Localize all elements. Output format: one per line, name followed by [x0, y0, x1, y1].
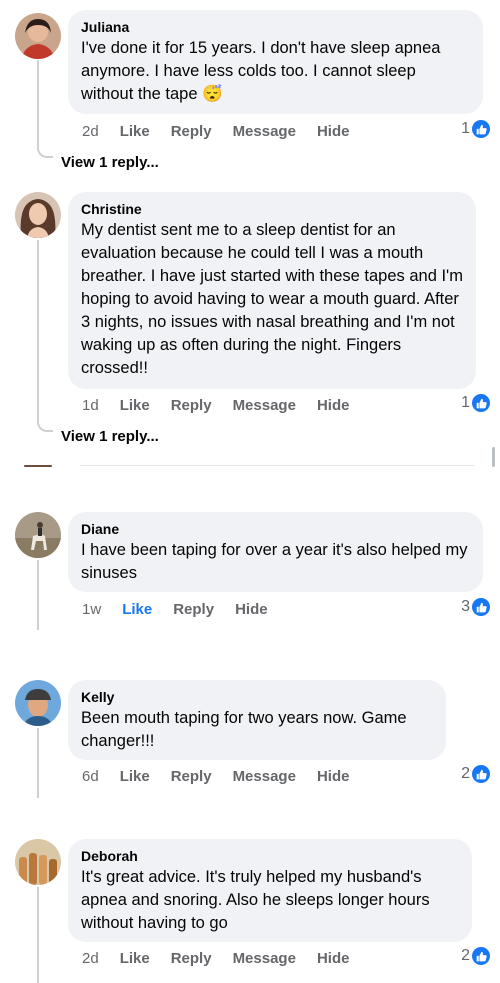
comment-body: I've done it for 15 years. I don't have … [81, 39, 441, 103]
view-replies-link[interactable]: View 1 reply... [61, 154, 159, 171]
like-button[interactable]: Like [120, 950, 150, 967]
sleeping-face-emoji: 😴 [202, 85, 223, 103]
avatar[interactable] [15, 512, 61, 558]
like-button[interactable]: Like [120, 768, 150, 785]
avatar[interactable] [15, 680, 61, 726]
hide-button[interactable]: Hide [235, 601, 268, 618]
message-button[interactable]: Message [233, 768, 296, 785]
comment-actions: 2d Like Reply Message Hide [82, 948, 370, 968]
comment-bubble: Juliana I've done it for 15 years. I don… [68, 10, 483, 114]
comment-author[interactable]: Diane [81, 520, 470, 538]
message-button[interactable]: Message [233, 397, 296, 414]
reaction-number: 2 [461, 947, 470, 964]
thumbs-up-icon [472, 765, 490, 783]
avatar[interactable] [15, 192, 61, 238]
avatar[interactable] [15, 13, 61, 59]
comment-text: It's great advice. It's truly helped my … [81, 868, 430, 932]
comment-actions: 1w Like Reply Hide [82, 599, 289, 619]
comment-author[interactable]: Deborah [81, 847, 459, 865]
thread-line [37, 728, 39, 798]
reply-button[interactable]: Reply [171, 768, 212, 785]
hide-button[interactable]: Hide [317, 123, 350, 140]
hide-button[interactable]: Hide [317, 397, 350, 414]
like-button[interactable]: Like [122, 601, 152, 618]
comment-bubble: Diane I have been taping for over a year… [68, 512, 483, 592]
view-replies-link[interactable]: View 1 reply... [61, 428, 159, 445]
like-button[interactable]: Like [120, 123, 150, 140]
comment-text: I have been taping for over a year it's … [81, 541, 468, 582]
reaction-number: 2 [461, 765, 470, 782]
comment-bubble: Kelly Been mouth taping for two years no… [68, 680, 446, 760]
reply-button[interactable]: Reply [173, 601, 214, 618]
reply-button[interactable]: Reply [171, 123, 212, 140]
thumbs-up-icon [472, 947, 490, 965]
reaction-number: 3 [461, 598, 470, 615]
hide-button[interactable]: Hide [317, 950, 350, 967]
avatar[interactable] [15, 839, 61, 885]
timestamp[interactable]: 2d [82, 123, 99, 140]
timestamp[interactable]: 1w [82, 601, 101, 618]
reaction-number: 1 [461, 120, 470, 137]
comment-author[interactable]: Christine [81, 200, 463, 218]
comment-text: Been mouth taping for two years now. Gam… [81, 709, 407, 750]
comment-text: My dentist sent me to a sleep dentist fo… [81, 221, 463, 377]
thumbs-up-icon [472, 598, 490, 616]
timestamp[interactable]: 2d [82, 950, 99, 967]
reaction-count[interactable]: 1 [461, 394, 490, 412]
hide-button[interactable]: Hide [317, 768, 350, 785]
timestamp[interactable]: 1d [82, 397, 99, 414]
thread-line [37, 560, 39, 630]
thumbs-up-icon [472, 120, 490, 138]
reaction-count[interactable]: 1 [461, 120, 490, 138]
reply-button[interactable]: Reply [171, 397, 212, 414]
thread-line [37, 60, 39, 148]
message-button[interactable]: Message [233, 950, 296, 967]
reply-button[interactable]: Reply [171, 950, 212, 967]
comment-actions: 2d Like Reply Message Hide [82, 121, 370, 141]
divider [80, 465, 474, 466]
reaction-count[interactable]: 3 [461, 598, 490, 616]
thread-curve [37, 422, 53, 432]
reaction-number: 1 [461, 394, 470, 411]
thumbs-up-icon [472, 394, 490, 412]
thread-curve [37, 148, 53, 158]
reaction-count[interactable]: 2 [461, 947, 490, 965]
message-button[interactable]: Message [233, 123, 296, 140]
comment-bubble: Deborah It's great advice. It's truly he… [68, 839, 472, 942]
comment-author[interactable]: Juliana [81, 18, 470, 36]
timestamp[interactable]: 6d [82, 768, 99, 785]
scrollbar[interactable] [492, 447, 495, 467]
comment-actions: 6d Like Reply Message Hide [82, 766, 370, 786]
comment-actions: 1d Like Reply Message Hide [82, 395, 370, 415]
comment-text: I've done it for 15 years. I don't have … [81, 37, 470, 106]
reaction-count[interactable]: 2 [461, 765, 490, 783]
like-button[interactable]: Like [120, 397, 150, 414]
thread-line [37, 887, 39, 983]
comment-author[interactable]: Kelly [81, 688, 433, 706]
thread-line [37, 240, 39, 422]
partial-avatar [24, 465, 52, 467]
comment-bubble: Christine My dentist sent me to a sleep … [68, 192, 476, 389]
